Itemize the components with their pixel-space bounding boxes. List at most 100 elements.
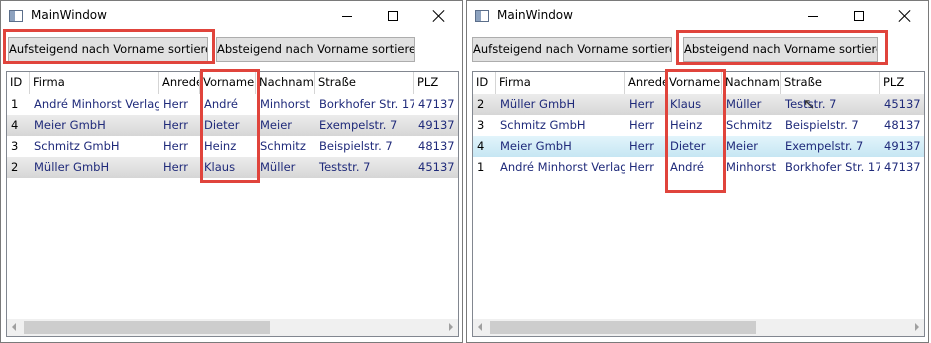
cell-firma: Schmitz GmbH bbox=[500, 118, 586, 132]
col-header-anrede[interactable]: Anrede bbox=[625, 72, 666, 94]
table-row[interactable]: 2 Müller GmbH Herr Klaus Müller Teststr. 7 451… bbox=[7, 157, 458, 178]
cell-anrede: Herr bbox=[629, 160, 654, 174]
cell-anrede: Herr bbox=[163, 139, 188, 153]
cell-vorname: André bbox=[670, 160, 705, 174]
table-row[interactable]: 1 André Minhorst Verlag Herr André Minhorst B… bbox=[7, 94, 458, 115]
cell-vorname: Heinz bbox=[670, 118, 703, 132]
cell-nachname: Müller bbox=[260, 160, 296, 174]
cell-strasse: Beispielstr. 7 bbox=[785, 118, 859, 132]
cell-plz: 48137 bbox=[418, 139, 455, 153]
window-app-icon bbox=[475, 10, 489, 22]
cell-strasse: Exempelstr. 7 bbox=[785, 139, 864, 153]
cell-id: 1 bbox=[477, 160, 485, 174]
scrollbar-thumb[interactable] bbox=[490, 321, 756, 334]
table-row[interactable]: 1 André Minhorst Verlag Herr André Minhorst B… bbox=[473, 157, 924, 178]
scroll-left-arrow[interactable] bbox=[12, 323, 16, 331]
cell-firma: Meier GmbH bbox=[500, 139, 572, 153]
cell-nachname: Minhorst bbox=[260, 97, 310, 111]
cell-vorname: André bbox=[204, 97, 239, 111]
cell-strasse: Teststr. 7 bbox=[785, 97, 837, 111]
cell-firma: André Minhorst Verlag bbox=[500, 160, 625, 174]
scrollbar-thumb[interactable] bbox=[24, 321, 270, 334]
close-icon[interactable] bbox=[882, 1, 928, 31]
data-grid[interactable]: ID Firma Anrede Vorname Nachname Straße PLZ 1 A… bbox=[6, 71, 459, 337]
cell-vorname: Klaus bbox=[670, 97, 702, 111]
horizontal-scrollbar[interactable] bbox=[473, 319, 924, 336]
cell-plz: 47137 bbox=[418, 97, 455, 111]
sort-ascending-button[interactable]: Aufsteigend nach Vorname sortieren bbox=[8, 37, 208, 62]
horizontal-scrollbar[interactable] bbox=[7, 319, 458, 336]
cell-anrede: Herr bbox=[629, 139, 654, 153]
cell-firma: Müller GmbH bbox=[500, 97, 576, 111]
cell-firma: Schmitz GmbH bbox=[34, 139, 120, 153]
main-window-descending: MainWindow Aufsteigend nach Vorname sort… bbox=[466, 0, 929, 343]
cell-firma: Müller GmbH bbox=[34, 160, 110, 174]
table-row[interactable]: 4 Meier GmbH Herr Dieter Meier Exempelstr. 7 4… bbox=[473, 136, 924, 157]
table-row[interactable]: 2 Müller GmbH Herr Klaus Müller Teststr. 7 451… bbox=[473, 94, 924, 115]
col-header-firma[interactable]: Firma bbox=[496, 72, 625, 94]
scroll-right-arrow[interactable] bbox=[915, 323, 919, 331]
cell-plz: 45137 bbox=[418, 160, 455, 174]
minimize-icon[interactable] bbox=[324, 1, 370, 31]
cell-strasse: Exempelstr. 7 bbox=[319, 118, 398, 132]
table-row[interactable]: 3 Schmitz GmbH Herr Heinz Schmitz Beispielstr… bbox=[7, 136, 458, 157]
window-title: MainWindow bbox=[497, 8, 573, 22]
table-row[interactable]: 3 Schmitz GmbH Herr Heinz Schmitz Beispielstr… bbox=[473, 115, 924, 136]
cell-nachname: Meier bbox=[260, 118, 292, 132]
cell-nachname: Schmitz bbox=[726, 118, 772, 132]
cell-id: 3 bbox=[11, 139, 19, 153]
cell-plz: 48137 bbox=[884, 118, 921, 132]
col-header-strasse[interactable]: Straße bbox=[781, 72, 880, 94]
cell-anrede: Herr bbox=[629, 118, 654, 132]
cell-plz: 45137 bbox=[884, 97, 921, 111]
cell-vorname: Heinz bbox=[204, 139, 237, 153]
col-header-id[interactable]: ID bbox=[473, 72, 496, 94]
cell-strasse: Borkhofer Str. 17 bbox=[319, 97, 414, 111]
cell-nachname: Müller bbox=[726, 97, 762, 111]
data-grid[interactable]: ID Firma Anrede Vorname Nachname Straße PLZ 2 M… bbox=[472, 71, 925, 337]
col-header-nachname[interactable]: Nachname bbox=[256, 72, 315, 94]
cell-id: 2 bbox=[11, 160, 19, 174]
scroll-right-arrow[interactable] bbox=[449, 323, 453, 331]
grid-header: ID Firma Anrede Vorname Nachname Straße PLZ bbox=[473, 72, 924, 94]
col-header-id[interactable]: ID bbox=[7, 72, 30, 94]
mouse-cursor-icon: ↖ bbox=[803, 95, 816, 113]
cell-firma: André Minhorst Verlag bbox=[34, 97, 159, 111]
cell-vorname: Dieter bbox=[204, 118, 240, 132]
cell-id: 1 bbox=[11, 97, 19, 111]
cell-vorname: Klaus bbox=[204, 160, 236, 174]
cell-nachname: Minhorst bbox=[726, 160, 776, 174]
cell-strasse: Teststr. 7 bbox=[319, 160, 371, 174]
sort-descending-button[interactable]: Absteigend nach Vorname sortieren bbox=[216, 37, 415, 62]
col-header-plz[interactable]: PLZ bbox=[880, 72, 924, 94]
close-icon[interactable] bbox=[416, 1, 462, 31]
window-title: MainWindow bbox=[31, 8, 107, 22]
col-header-strasse[interactable]: Straße bbox=[315, 72, 414, 94]
main-window-ascending: MainWindow Aufsteigend nach Vorname sort… bbox=[0, 0, 463, 343]
cell-id: 4 bbox=[477, 139, 485, 153]
minimize-icon[interactable] bbox=[790, 1, 836, 31]
grid-header: ID Firma Anrede Vorname Nachname Straße PLZ bbox=[7, 72, 458, 94]
table-row[interactable]: 4 Meier GmbH Herr Dieter Meier Exempelstr. 7 4… bbox=[7, 115, 458, 136]
sort-ascending-button[interactable]: Aufsteigend nach Vorname sortieren bbox=[472, 37, 672, 62]
col-header-vorname[interactable]: Vorname bbox=[200, 72, 256, 94]
col-header-anrede[interactable]: Anrede bbox=[159, 72, 200, 94]
cell-strasse: Borkhofer Str. 17 bbox=[785, 160, 880, 174]
cell-plz: 49137 bbox=[884, 139, 921, 153]
cell-firma: Meier GmbH bbox=[34, 118, 106, 132]
maximize-icon[interactable] bbox=[836, 1, 882, 31]
col-header-plz[interactable]: PLZ bbox=[414, 72, 458, 94]
col-header-nachname[interactable]: Nachname bbox=[722, 72, 781, 94]
title-bar: MainWindow bbox=[1, 1, 462, 31]
col-header-firma[interactable]: Firma bbox=[30, 72, 159, 94]
maximize-icon[interactable] bbox=[370, 1, 416, 31]
cell-anrede: Herr bbox=[629, 97, 654, 111]
col-header-vorname[interactable]: Vorname bbox=[666, 72, 722, 94]
sort-descending-button[interactable]: Absteigend nach Vorname sortieren bbox=[683, 37, 878, 62]
cell-anrede: Herr bbox=[163, 118, 188, 132]
scroll-left-arrow[interactable] bbox=[478, 323, 482, 331]
cell-plz: 47137 bbox=[884, 160, 921, 174]
title-bar: MainWindow bbox=[467, 1, 928, 31]
cell-id: 3 bbox=[477, 118, 485, 132]
window-app-icon bbox=[9, 10, 23, 22]
